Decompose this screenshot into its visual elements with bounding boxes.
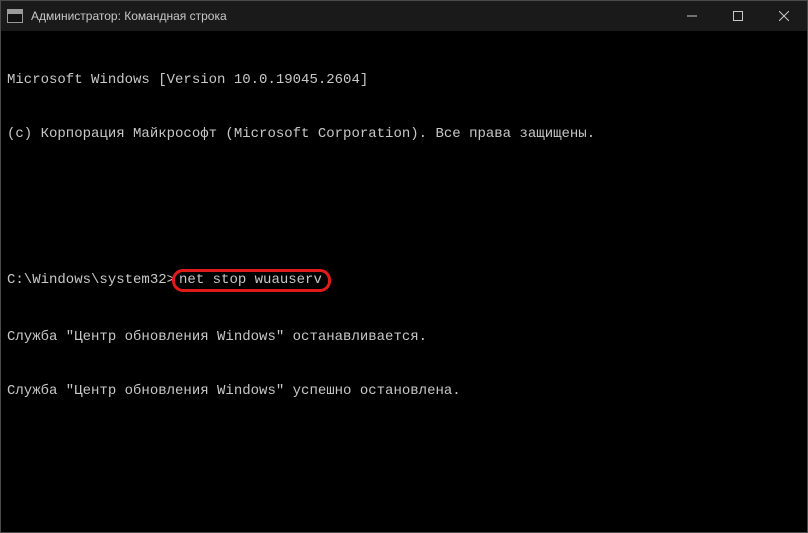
prompt: C:\Windows\system32> xyxy=(7,272,175,288)
cmd-window: Администратор: Командная строка Microsof… xyxy=(0,0,808,533)
blank-line xyxy=(7,179,801,197)
output-line: Служба "Центр обновления Windows" успешн… xyxy=(7,382,801,400)
close-button[interactable] xyxy=(761,1,807,31)
minimize-button[interactable] xyxy=(669,1,715,31)
prompt-line: C:\Windows\system32>net stop wuauserv xyxy=(7,269,801,292)
banner-line: (c) Корпорация Майкрософт (Microsoft Cor… xyxy=(7,125,801,143)
maximize-button[interactable] xyxy=(715,1,761,31)
blank-line xyxy=(7,436,801,454)
titlebar[interactable]: Администратор: Командная строка xyxy=(1,1,807,31)
app-icon xyxy=(1,1,29,31)
blank-line xyxy=(7,490,801,508)
cmd-icon xyxy=(7,9,23,23)
console-output[interactable]: Microsoft Windows [Version 10.0.19045.26… xyxy=(1,31,807,532)
banner-line: Microsoft Windows [Version 10.0.19045.26… xyxy=(7,71,801,89)
window-title: Администратор: Командная строка xyxy=(29,9,227,23)
output-line: Служба "Центр обновления Windows" остана… xyxy=(7,328,801,346)
highlighted-command: net stop wuauserv xyxy=(172,269,331,292)
window-controls xyxy=(669,1,807,31)
